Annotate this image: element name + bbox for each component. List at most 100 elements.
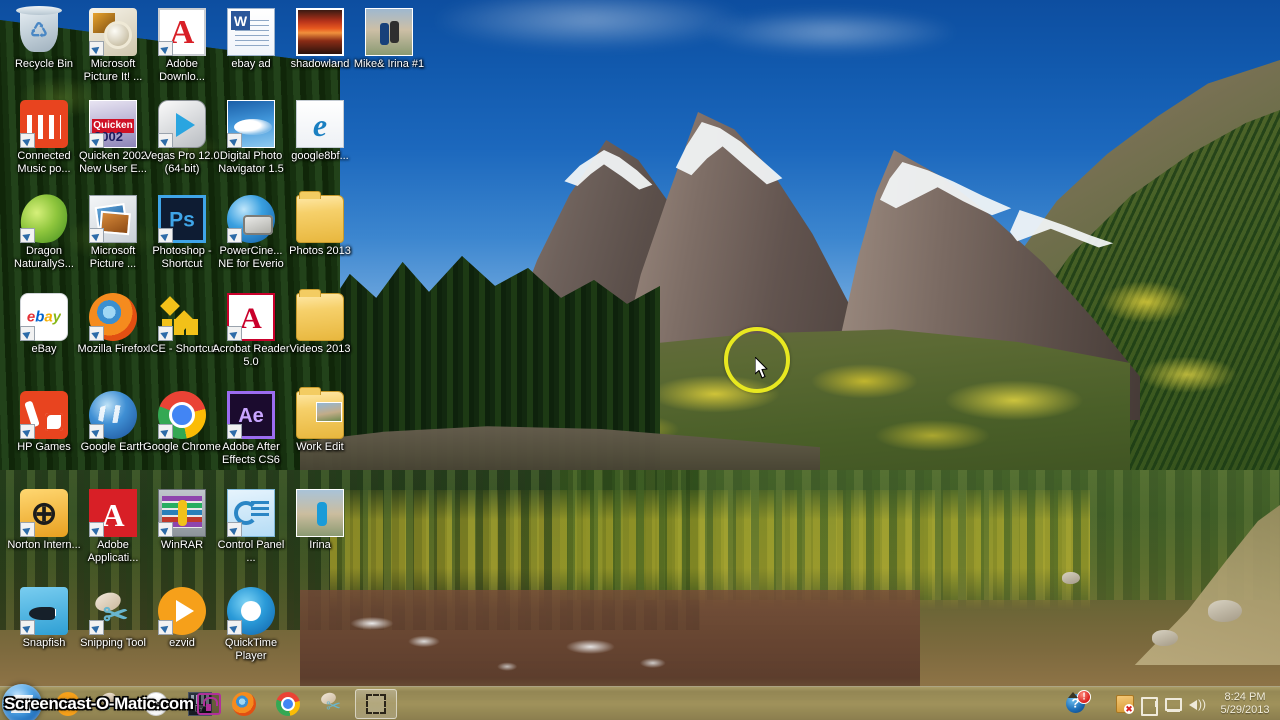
desktop-icon-label: Mike& Irina #1 [353,58,425,70]
shortcut-arrow-icon [89,326,104,341]
shortcut-arrow-icon [158,424,173,439]
desktop-icon-label: Quicken 2002 New User E... [79,150,147,175]
taskbar-ezvid[interactable] [47,689,89,719]
desktop-icon-ezvid[interactable]: ezvid [143,587,221,650]
desktop-icon-label: Microsoft Picture ... [89,245,137,270]
ebay-ad-glyph-art [227,8,275,56]
taskbar-snipping-icon [100,692,124,716]
taskbar-chrome[interactable] [267,689,309,719]
shortcut-arrow-icon [89,522,104,537]
desktop-icon-google-chrome[interactable]: Google Chrome [143,391,221,454]
desktop-icon-label: Control Panel ... [217,539,285,564]
desktop-icon-acrobat-reader-5[interactable]: Acrobat Reader 5.0 [212,293,290,368]
clock[interactable]: 8:24 PM 5/29/2013 [1212,691,1274,717]
taskbar-ezvid-icon [56,691,80,716]
desktop-icon-google-earth[interactable]: Google Earth [74,391,152,454]
desktop-icon-adobe-download[interactable]: Adobe Downlo... [143,8,221,83]
adobe-application-icon [89,489,137,537]
desktop-icon-label: google8bf... [291,150,349,162]
desktop-icon-work-edit-folder[interactable]: Work Edit [281,387,359,454]
desktop-icon-label: Digital Photo Navigator 1.5 [218,150,284,175]
desktop-icon-vegas-pro-12[interactable]: Vegas Pro 12.0 (64-bit) [143,100,221,175]
mike-and-irina-1-glyph-art [365,8,413,56]
desktop-icon-google8bf[interactable]: google8bf... [281,100,359,163]
desktop-icon-digital-photo-navigator[interactable]: Digital Photo Navigator 1.5 [212,100,290,175]
digital-photo-navigator-icon [227,100,275,148]
desktop-icon-ice-shortcut[interactable]: ICE - Shortcut [143,293,221,356]
desktop-icon-norton-internet[interactable]: Norton Intern... [5,489,83,552]
taskbar-firefox[interactable] [223,689,265,719]
desktop-icon-label: Microsoft Picture It! ... [83,58,143,83]
desktop-icon-ebay-ad[interactable]: ebay ad [212,8,290,71]
shortcut-arrow-icon [227,133,242,148]
photos-2013-folder-glyph-art [296,191,344,243]
desktop-icon-photoshop-shortcut[interactable]: Photoshop - Shortcut [143,195,221,270]
quicktime-player-icon [227,587,275,635]
desktop-icon-snapfish[interactable]: Snapfish [5,587,83,650]
taskbar-chrome-icon [276,691,300,716]
desktop-icon-grid: Recycle Bin Microsoft Picture It! ... Adob… [0,0,1280,720]
shortcut-arrow-icon [158,228,173,243]
show-hidden-icons-chevron[interactable] [1096,697,1110,711]
desktop-icon-label: Adobe Applicati... [87,539,139,564]
ebay-ad-icon [227,8,275,56]
taskbar-snipping[interactable] [91,689,133,719]
desktop-icon-winrar[interactable]: WinRAR [143,489,221,552]
desktop-icon-quicken-2002[interactable]: Quicken 2002 New User E... [74,100,152,175]
shortcut-arrow-icon [227,620,242,635]
taskbar-firefox-icon [232,691,256,716]
ezvid-icon [158,587,206,635]
desktop-icon-videos-2013-folder[interactable]: Videos 2013 [281,289,359,356]
desktop-icon-microsoft-picture[interactable]: Microsoft Picture ... [74,195,152,270]
desktop-icon-control-panel[interactable]: Control Panel ... [212,489,290,564]
mike-and-irina-1-icon [365,8,413,56]
shortcut-arrow-icon [20,228,35,243]
google8bf-icon [296,100,344,148]
shortcut-arrow-icon [227,326,242,341]
desktop-icon-adobe-application[interactable]: Adobe Applicati... [74,489,152,564]
desktop-icon-connected-music-port[interactable]: Connected Music po... [5,100,83,175]
taskbar-snipping-2[interactable] [311,689,353,719]
desktop-icon-label: ebay ad [231,58,271,70]
desktop-icon-dragon-naturally-speaking[interactable]: Dragon NaturallyS... [5,190,83,270]
dragon-naturally-speaking-icon [15,190,73,248]
taskbar-touch-keyboard[interactable] [179,689,221,719]
taskbar-hp[interactable] [135,689,177,719]
desktop-icon-label: Acrobat Reader 5.0 [212,343,290,368]
battery-icon[interactable] [1140,695,1158,716]
desktop-icon-microsoft-picture-it[interactable]: Microsoft Picture It! ... [74,8,152,83]
desktop-icon-mike-and-irina-1[interactable]: Mike& Irina #1 [350,8,428,71]
desktop-icon-quicktime-player[interactable]: QuickTime Player [212,587,290,662]
shortcut-arrow-icon [20,620,35,635]
irina-icon [296,489,344,537]
desktop-icon-label: Adobe Downlo... [159,58,205,83]
taskbar-screen-capture[interactable] [355,688,397,719]
desktop-icon-recycle-bin[interactable]: Recycle Bin [5,6,83,71]
mozilla-firefox-icon [89,293,137,341]
desktop-icon-shadowland[interactable]: shadowland [281,8,359,71]
desktop-icon-label: eBay [31,343,57,355]
security-alert-icon[interactable] [1116,695,1134,714]
desktop-icon-powercinene-for-everio[interactable]: PowerCine... NE for Everio [212,195,290,270]
desktop-icon-snipping-tool[interactable]: Snipping Tool [74,587,152,650]
desktop-icon-mozilla-firefox[interactable]: Mozilla Firefox [74,293,152,356]
desktop-icon-ebay[interactable]: eBay [5,293,83,356]
desktop-icon-label: Videos 2013 [289,343,351,355]
snapfish-icon [20,587,68,635]
shortcut-arrow-icon [158,41,173,56]
start-button[interactable] [2,684,42,720]
volume-icon[interactable] [1188,695,1206,713]
desktop-icon-label: Adobe After Effects CS6 [222,441,280,466]
desktop-icon-irina[interactable]: Irina [281,489,359,552]
desktop-icon-adobe-after-effects-cs6[interactable]: Adobe After Effects CS6 [212,391,290,466]
desktop-icon-label: Work Edit [296,441,344,453]
ebay-icon [20,293,68,341]
desktop-icon-photos-2013-folder[interactable]: Photos 2013 [281,191,359,258]
vegas-pro-12-icon [158,100,206,148]
hp-games-icon [20,391,68,439]
network-icon[interactable] [1164,695,1182,713]
shortcut-arrow-icon [158,326,173,341]
desktop-icon-hp-games[interactable]: HP Games [5,391,83,454]
action-center-alert-badge [1077,690,1091,704]
desktop-icon-label: Connected Music po... [17,150,71,175]
